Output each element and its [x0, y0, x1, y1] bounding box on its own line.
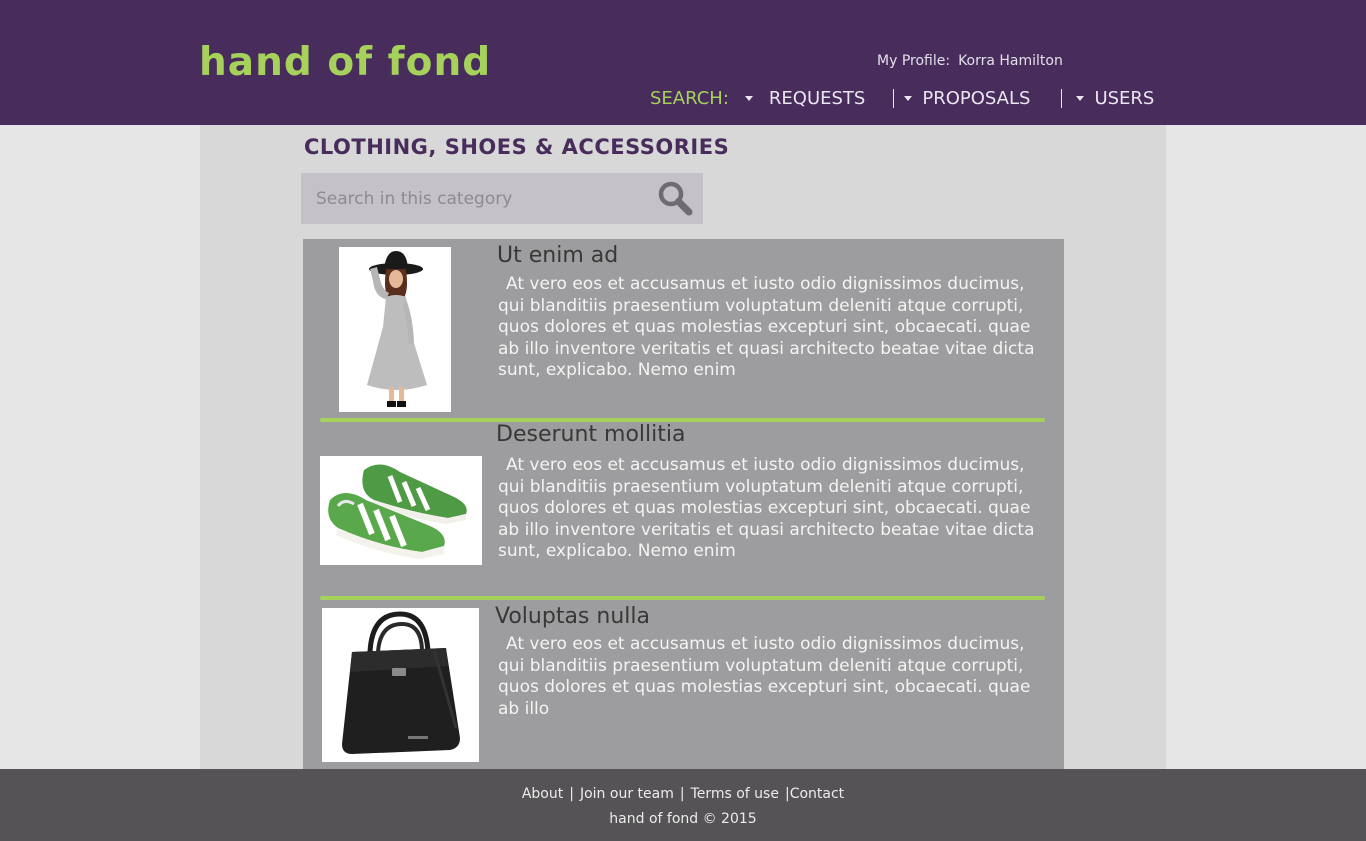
footer-link-about[interactable]: About [522, 786, 563, 802]
listing-title[interactable]: Voluptas nulla [495, 604, 650, 629]
nav-divider [1061, 88, 1063, 108]
main-nav: SEARCH: REQUESTS PROPOSALS USERS [650, 86, 1154, 110]
profile-area: My Profile: Korra Hamilton [877, 53, 1063, 69]
footer-link-join[interactable]: Join our team [580, 786, 674, 802]
caret-down-icon[interactable] [744, 95, 753, 101]
page-title: CLOTHING, SHOES & ACCESSORIES [304, 135, 730, 159]
listing-description: At vero eos et accusamus et iusto odio d… [498, 455, 1035, 561]
listing-description: At vero eos et accusamus et iusto odio d… [498, 634, 1031, 719]
listing-title[interactable]: Ut enim ad [497, 243, 618, 268]
search-icon[interactable] [657, 180, 693, 216]
listing-description: At vero eos et accusamus et iusto odio d… [498, 274, 1035, 380]
footer-separator: | [679, 786, 685, 802]
listing-title[interactable]: Deserunt mollitia [496, 422, 685, 447]
category-search [301, 173, 703, 224]
caret-down-icon[interactable] [904, 95, 913, 101]
profile-name-link[interactable]: Korra Hamilton [958, 53, 1063, 69]
dress-photo[interactable] [339, 247, 451, 412]
divider-line [320, 596, 1045, 600]
profile-label: My Profile: [877, 53, 951, 69]
footer-link-contact[interactable]: Contact [790, 786, 844, 802]
handbag-photo[interactable] [322, 608, 479, 762]
footer-separator: | [569, 786, 574, 802]
nav-divider [893, 88, 895, 108]
site-footer: About | Join our team | Terms of use |Contact… [0, 769, 1366, 841]
nav-search-label[interactable]: SEARCH: [650, 88, 729, 109]
sneakers-photo[interactable] [320, 456, 482, 565]
copyright: hand of fond © 2015 [609, 811, 757, 827]
nav-proposals[interactable]: PROPOSALS [922, 88, 1030, 109]
search-input[interactable] [301, 173, 651, 224]
nav-users[interactable]: USERS [1094, 88, 1154, 109]
footer-links: About | Join our team | Terms of use |Contact [0, 786, 1366, 802]
site-logo[interactable]: hand of fond [199, 40, 491, 85]
site-header: hand of fond My Profile: Korra Hamilton S… [0, 0, 1366, 125]
footer-link-terms[interactable]: Terms of use [691, 786, 779, 802]
caret-down-icon[interactable] [1076, 95, 1085, 101]
nav-requests[interactable]: REQUESTS [769, 88, 865, 109]
